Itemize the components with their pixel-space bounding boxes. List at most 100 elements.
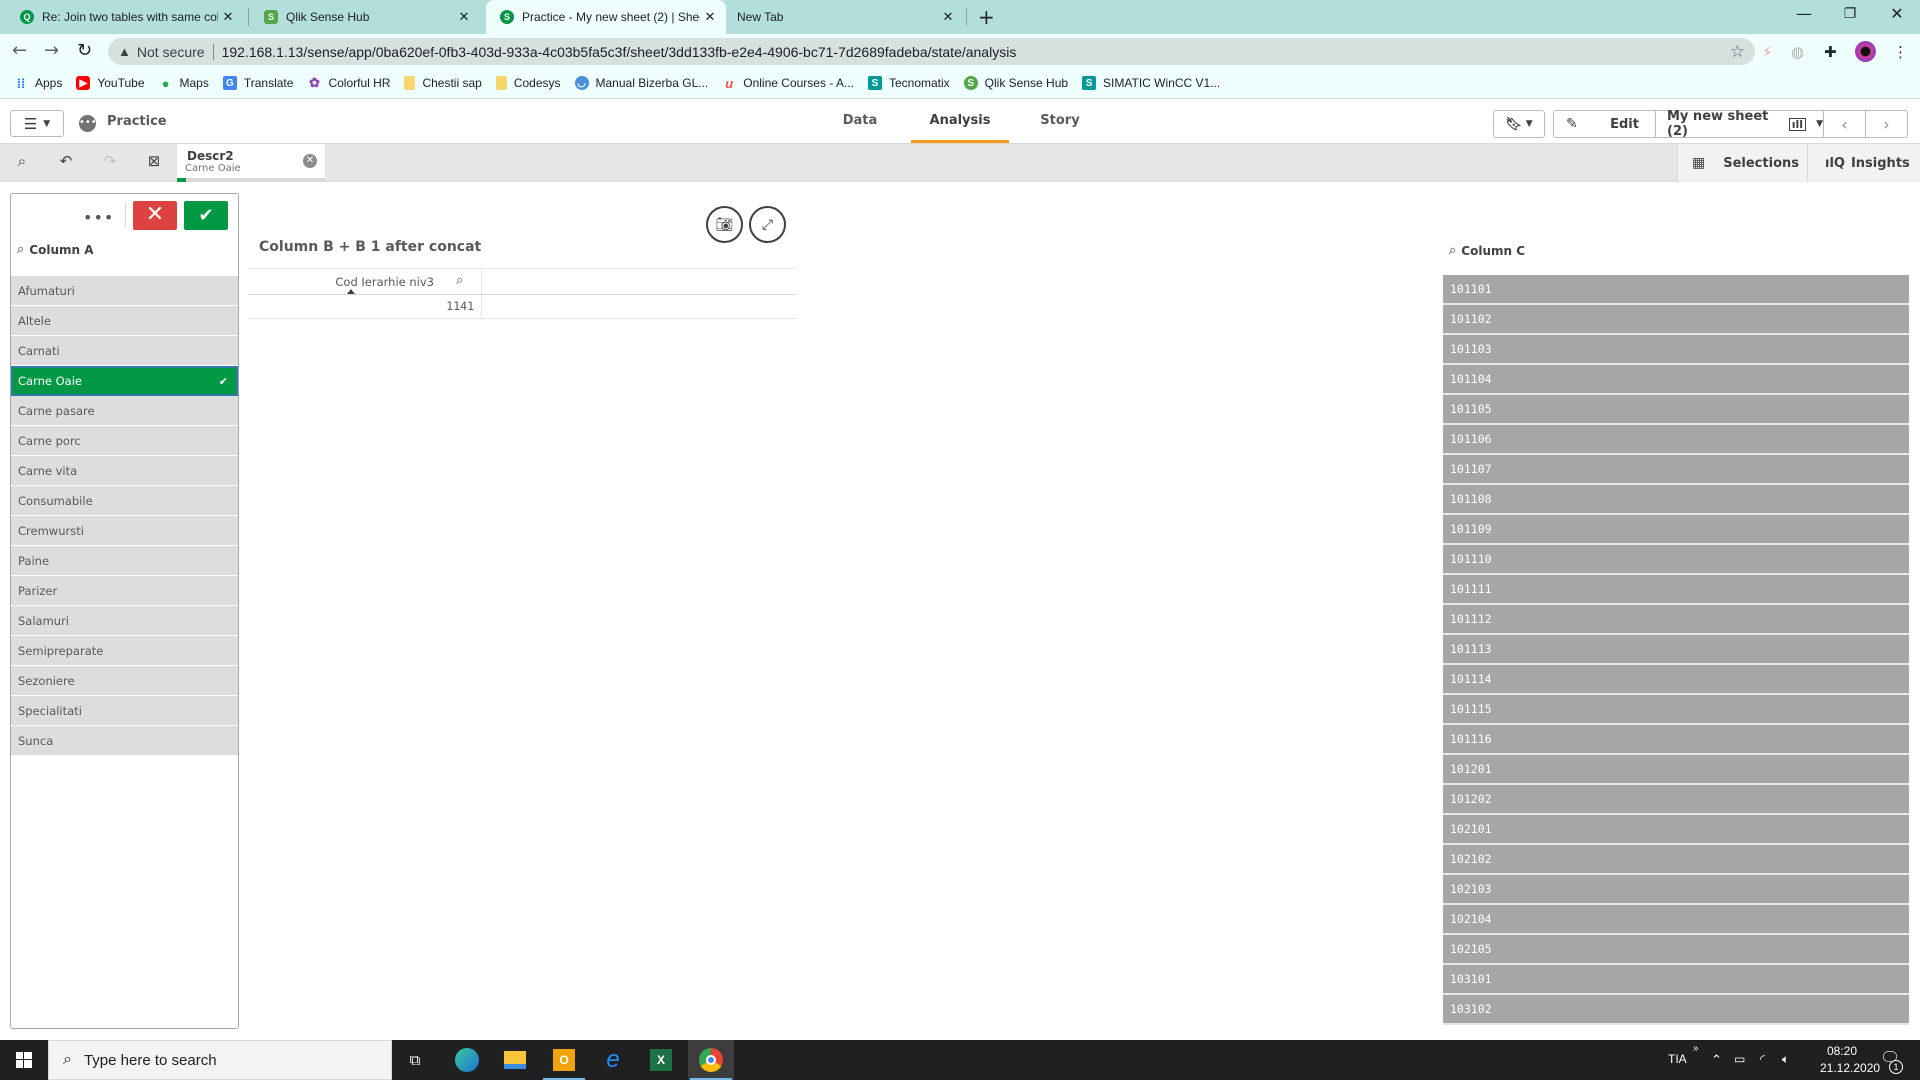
- list-item[interactable]: 101111: [1443, 575, 1909, 605]
- global-menu-button[interactable]: ☰ ▼: [10, 110, 64, 137]
- tab-data[interactable]: Data: [832, 100, 888, 143]
- bookmark-chestii-sap[interactable]: Chestii sap: [404, 76, 482, 90]
- volume-icon[interactable]: 🔈︎: [1782, 1052, 1789, 1067]
- listbox-search[interactable]: ⌕ Column A: [17, 242, 94, 257]
- show-hidden-icons-chevron[interactable]: ⌃: [1711, 1052, 1722, 1068]
- list-item[interactable]: 101115: [1443, 695, 1909, 725]
- close-tab-icon[interactable]: ✕: [700, 9, 720, 25]
- list-item[interactable]: 101110: [1443, 545, 1909, 575]
- battery-icon[interactable]: ▭: [1734, 1052, 1745, 1066]
- restore-icon[interactable]: ❐: [1830, 6, 1870, 22]
- list-item[interactable]: 101101: [1443, 275, 1909, 305]
- list-item[interactable]: 101102: [1443, 305, 1909, 335]
- list-item[interactable]: Afumaturi: [11, 276, 238, 306]
- bookmarks-button[interactable]: 🔖︎ ▼: [1493, 110, 1545, 138]
- tab-story[interactable]: Story: [1035, 100, 1085, 143]
- previous-sheet-button[interactable]: ‹: [1823, 110, 1866, 138]
- list-item[interactable]: 101113: [1443, 635, 1909, 665]
- browser-tab-4[interactable]: New Tab ✕: [728, 0, 964, 34]
- browser-tab-2[interactable]: S Qlik Sense Hub ✕: [250, 0, 480, 34]
- list-item[interactable]: Consumabile: [11, 486, 238, 516]
- list-item[interactable]: 102105: [1443, 935, 1909, 965]
- bookmark-codesys[interactable]: Codesys: [495, 76, 561, 90]
- selections-button[interactable]: ▦ Selections: [1692, 144, 1799, 182]
- edit-button[interactable]: ✎ Edit: [1553, 110, 1656, 138]
- list-item[interactable]: Carnati: [11, 336, 238, 366]
- warning-icon[interactable]: ▲: [118, 44, 131, 59]
- task-view-icon[interactable]: ⧉: [392, 1040, 438, 1080]
- fullscreen-button[interactable]: ⤢: [749, 206, 786, 243]
- list-item[interactable]: 102102: [1443, 845, 1909, 875]
- list-item[interactable]: 101106: [1443, 425, 1909, 455]
- sheet-selector[interactable]: My new sheet (2) ıll ▼: [1655, 109, 1824, 139]
- list-item[interactable]: 101105: [1443, 395, 1909, 425]
- list-item[interactable]: 101108: [1443, 485, 1909, 515]
- list-item[interactable]: Semipreparate: [11, 636, 238, 666]
- address-bar[interactable]: ▲ Not secure 192.168.1.13/sense/app/0ba6…: [108, 38, 1755, 65]
- tray-overflow-icon[interactable]: »: [1693, 1043, 1699, 1054]
- list-item[interactable]: 101104: [1443, 365, 1909, 395]
- bookmark-star-icon[interactable]: ☆: [1730, 42, 1745, 62]
- new-tab-button[interactable]: +: [978, 5, 995, 29]
- column-search-icon[interactable]: ⌕: [456, 273, 463, 288]
- column-header[interactable]: Cod Ierarhie niv3: [335, 275, 434, 289]
- list-item[interactable]: Sezoniere: [11, 666, 238, 696]
- internet-explorer-icon[interactable]: e: [590, 1040, 636, 1080]
- list-item[interactable]: 101201: [1443, 755, 1909, 785]
- bookmark-apps[interactable]: ⁞⁞ Apps: [14, 76, 63, 91]
- wifi-icon[interactable]: ◜: [1760, 1052, 1765, 1066]
- insights-button[interactable]: ılQ Insights: [1825, 144, 1910, 182]
- close-window-icon[interactable]: ✕: [1877, 4, 1917, 23]
- start-button[interactable]: [0, 1040, 48, 1080]
- chrome-menu-icon[interactable]: ⋮: [1893, 43, 1908, 61]
- confirm-selection-button[interactable]: ✔: [184, 201, 228, 230]
- extensions-puzzle-icon[interactable]: ✚: [1824, 43, 1837, 61]
- next-sheet-button[interactable]: ›: [1865, 110, 1908, 138]
- list-item[interactable]: 102101: [1443, 815, 1909, 845]
- bookmark-bizerba[interactable]: ◡ Manual Bizerba GL...: [574, 76, 708, 90]
- list-item[interactable]: 102104: [1443, 905, 1909, 935]
- clear-selection-icon[interactable]: ✕: [303, 154, 317, 168]
- list-item[interactable]: 103102: [1443, 995, 1909, 1025]
- profile-avatar[interactable]: [1855, 41, 1876, 62]
- snapshot-button[interactable]: 📷︎: [706, 206, 743, 243]
- list-item[interactable]: 102103: [1443, 875, 1909, 905]
- smart-search-icon[interactable]: ⌕: [10, 152, 34, 174]
- list-item[interactable]: 101109: [1443, 515, 1909, 545]
- list-item[interactable]: Paine: [11, 546, 238, 576]
- list-item[interactable]: 101107: [1443, 455, 1909, 485]
- url-text[interactable]: 192.168.1.13/sense/app/0ba620ef-0fb3-403…: [222, 44, 1017, 60]
- bookmark-qlik-sense-hub[interactable]: S Qlik Sense Hub: [963, 76, 1068, 90]
- reload-icon[interactable]: ↻: [77, 40, 92, 61]
- list-item[interactable]: 101112: [1443, 605, 1909, 635]
- file-explorer-icon[interactable]: [492, 1040, 538, 1080]
- tray-tia-label[interactable]: TIA: [1668, 1052, 1687, 1066]
- cancel-selection-button[interactable]: ✕: [133, 201, 177, 230]
- list-item[interactable]: Carne pasare: [11, 396, 238, 426]
- chrome-icon[interactable]: [688, 1040, 734, 1080]
- browser-tab-1[interactable]: Q Re: Join two tables with same col ✕: [6, 0, 244, 34]
- clock[interactable]: 08:20 21.12.2020: [1820, 1044, 1880, 1075]
- list-item-selected[interactable]: Carne Oaie ✔: [11, 366, 238, 396]
- list-item[interactable]: 103101: [1443, 965, 1909, 995]
- close-tab-icon[interactable]: ✕: [454, 9, 474, 25]
- edge-icon[interactable]: [444, 1040, 490, 1080]
- close-tab-icon[interactable]: ✕: [218, 9, 238, 25]
- bookmark-simatic-wincc[interactable]: S SIMATIC WinCC V1...: [1082, 76, 1220, 90]
- more-options-icon[interactable]: •••: [83, 208, 114, 227]
- list-item[interactable]: Carne vita: [11, 456, 238, 486]
- table-cell[interactable]: 1141: [446, 299, 474, 313]
- close-tab-icon[interactable]: ✕: [938, 9, 958, 25]
- back-icon[interactable]: ←: [12, 40, 27, 61]
- list-item[interactable]: 101114: [1443, 665, 1909, 695]
- bookmark-colorful-hr[interactable]: ✿ Colorful HR: [307, 75, 390, 90]
- bookmark-maps[interactable]: ● Maps: [159, 76, 209, 91]
- list-item[interactable]: 101202: [1443, 785, 1909, 815]
- extension-bolt-icon[interactable]: ⚡: [1762, 43, 1773, 61]
- bookmark-tecnomatix[interactable]: S Tecnomatix: [867, 76, 950, 90]
- outlook-icon[interactable]: O: [541, 1040, 587, 1080]
- tab-analysis[interactable]: Analysis: [911, 100, 1009, 143]
- table-row[interactable]: 1141: [248, 295, 796, 319]
- list-item[interactable]: Altele: [11, 306, 238, 336]
- list-item[interactable]: Salamuri: [11, 606, 238, 636]
